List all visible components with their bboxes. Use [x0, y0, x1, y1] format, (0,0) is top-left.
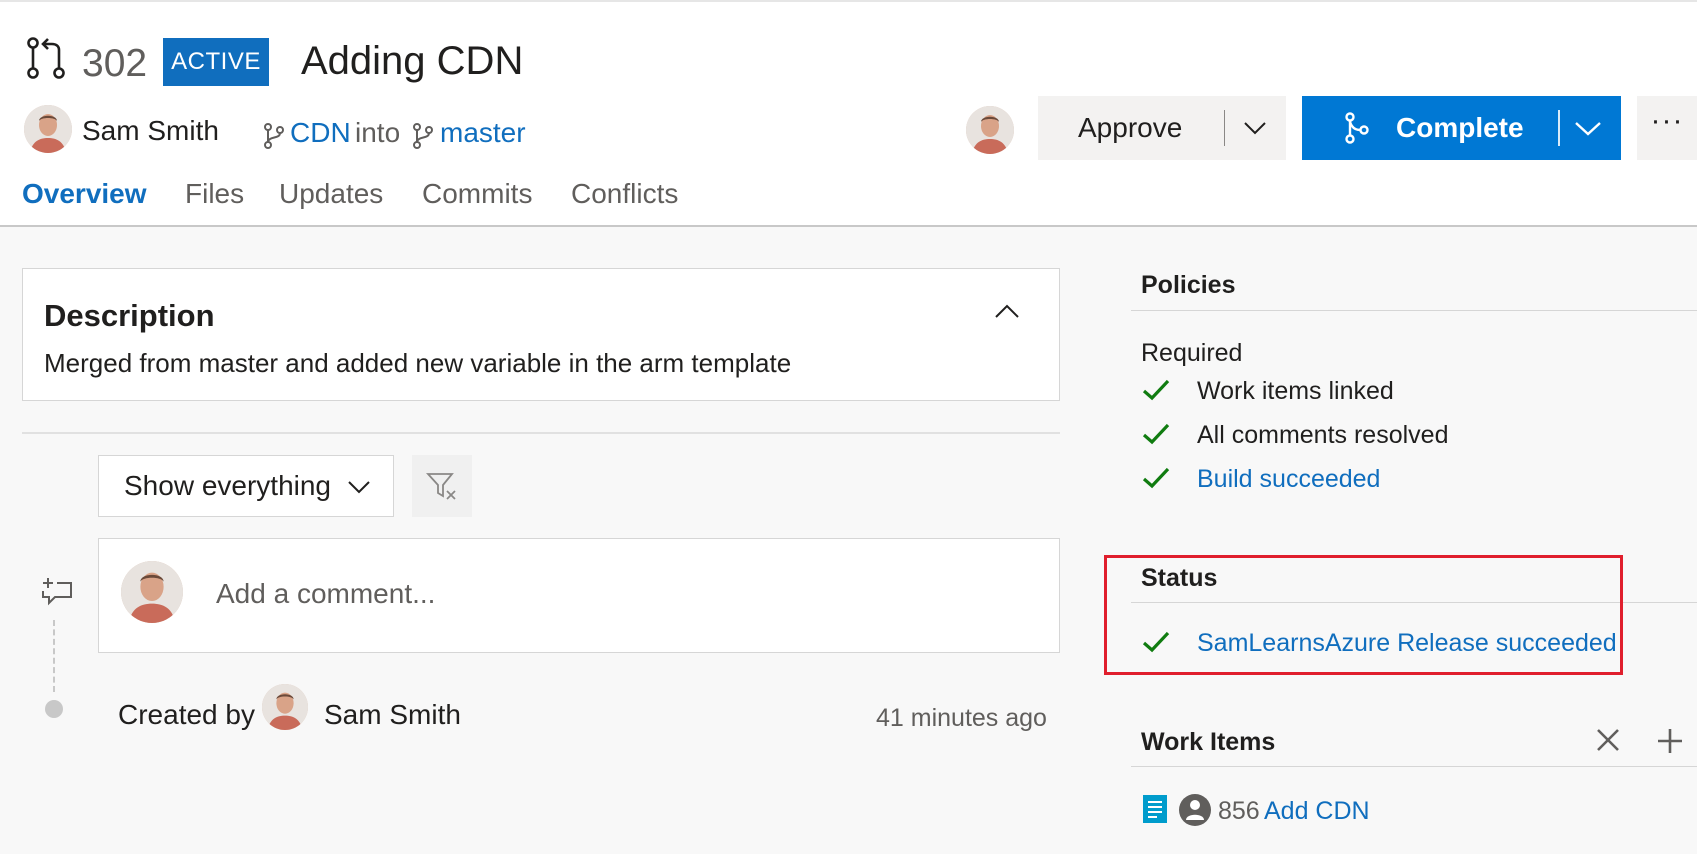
reviewer-avatar[interactable] — [966, 106, 1014, 154]
branch-icon — [413, 123, 433, 149]
policies-heading: Policies — [1141, 271, 1236, 299]
person-avatar-icon — [262, 684, 308, 730]
checkmark-icon — [1142, 379, 1170, 401]
required-label: Required — [1141, 339, 1243, 367]
checkmark-icon — [1142, 423, 1170, 445]
description-text: Merged from master and added new variabl… — [44, 348, 792, 378]
comment-box[interactable] — [98, 538, 1060, 653]
status-badge: ACTIVE — [163, 38, 269, 86]
more-actions-button[interactable]: ··· — [1637, 96, 1697, 160]
work-item-link[interactable]: Add CDN — [1264, 795, 1370, 827]
tab-files[interactable]: Files — [185, 176, 244, 212]
target-branch-link[interactable]: master — [440, 116, 526, 150]
tab-overview[interactable]: Overview — [22, 176, 147, 212]
tab-conflicts[interactable]: Conflicts — [571, 176, 678, 212]
comment-input[interactable] — [216, 577, 996, 611]
policy-item-link[interactable]: Build succeeded — [1197, 463, 1380, 495]
chevron-down-icon[interactable] — [1243, 118, 1267, 138]
pr-header: 302 ACTIVE Adding CDN Sam Smith CDN into… — [0, 0, 1697, 227]
complete-label: Complete — [1396, 112, 1524, 143]
timeline-dot — [45, 700, 63, 718]
add-icon[interactable] — [1656, 727, 1684, 755]
person-avatar-icon — [966, 106, 1014, 154]
work-item-type-icon — [1143, 795, 1167, 823]
creator-avatar[interactable] — [262, 684, 308, 730]
description-card: Description Merged from master and added… — [22, 268, 1060, 401]
button-divider — [1224, 110, 1225, 146]
into-label: into — [355, 117, 401, 148]
created-by-label: Created by — [118, 699, 255, 730]
merge-icon — [1345, 112, 1369, 144]
add-comment-icon — [42, 578, 72, 606]
divider — [22, 432, 1060, 434]
policy-item: Work items linked — [1197, 377, 1394, 405]
approve-label: Approve — [1078, 112, 1183, 143]
person-avatar-icon — [121, 561, 183, 623]
status-highlight-box — [1104, 555, 1623, 675]
person-avatar-icon — [24, 105, 72, 153]
created-timestamp: 41 minutes ago — [876, 704, 1047, 732]
page-title: Adding CDN — [301, 39, 524, 83]
current-user-avatar — [121, 561, 183, 623]
assigned-user-icon — [1179, 794, 1211, 826]
description-heading: Description — [44, 298, 215, 333]
author-avatar[interactable] — [24, 105, 72, 153]
activity-filter-dropdown[interactable]: Show everything — [98, 455, 394, 517]
branch-icon — [264, 123, 284, 149]
timeline-line — [53, 620, 57, 692]
policy-item: All comments resolved — [1197, 421, 1449, 449]
chevron-down-icon[interactable] — [1574, 118, 1602, 138]
work-items-heading: Work Items — [1141, 728, 1276, 756]
complete-button[interactable]: Complete — [1302, 96, 1621, 160]
source-branch-link[interactable]: CDN — [290, 116, 351, 150]
creator-name[interactable]: Sam Smith — [324, 697, 461, 733]
tab-updates[interactable]: Updates — [279, 176, 383, 212]
work-item-id: 856 — [1218, 797, 1260, 825]
close-icon[interactable] — [1595, 727, 1621, 753]
section-divider — [1131, 766, 1697, 767]
approve-button[interactable]: Approve — [1038, 96, 1286, 160]
chevron-up-icon[interactable] — [993, 301, 1021, 321]
checkmark-icon — [1142, 467, 1170, 489]
tab-commits[interactable]: Commits — [422, 176, 532, 212]
clear-filter-button[interactable] — [412, 455, 472, 517]
pr-id: 302 — [82, 42, 148, 85]
button-divider — [1558, 110, 1560, 146]
section-divider — [1131, 310, 1697, 311]
author-name[interactable]: Sam Smith — [82, 114, 219, 148]
filter-selected-value: Show everything — [124, 470, 332, 501]
filter-clear-icon — [426, 473, 456, 500]
chevron-down-icon — [348, 481, 370, 494]
pull-request-icon — [27, 37, 65, 79]
